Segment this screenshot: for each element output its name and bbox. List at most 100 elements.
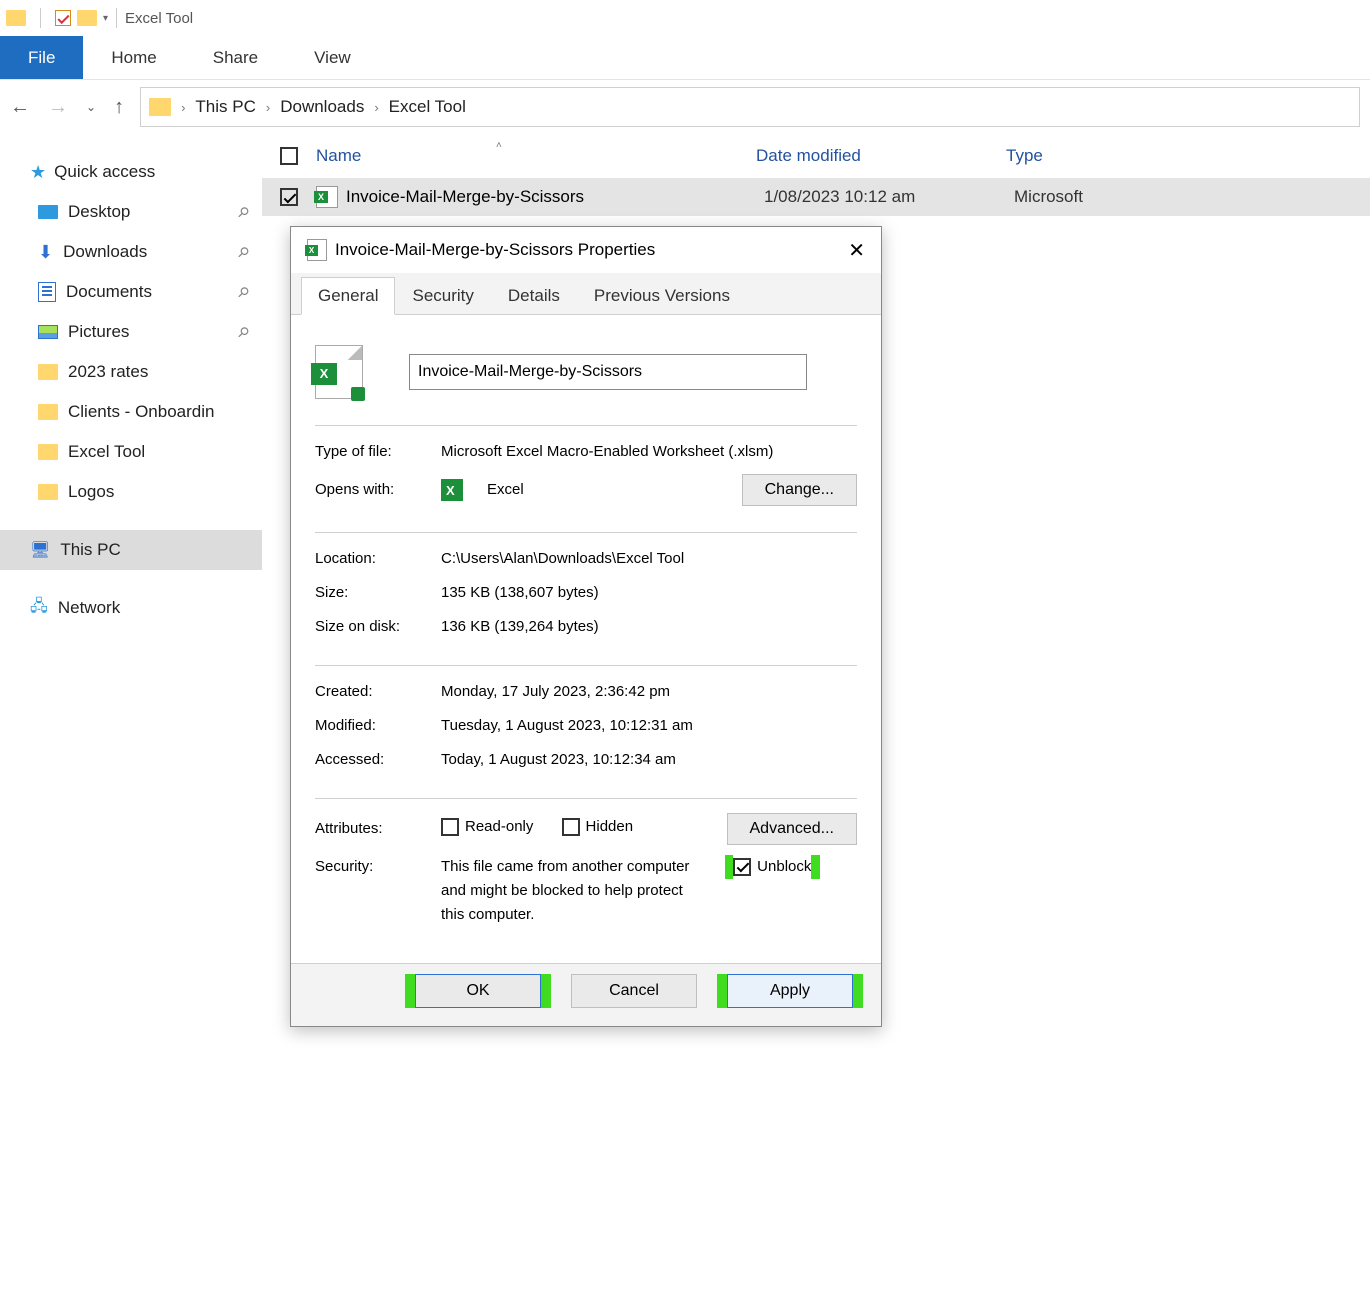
title-bar: ▾ Excel Tool: [0, 0, 1370, 36]
download-icon: ⬇: [38, 242, 53, 263]
label-modified: Modified:: [315, 714, 425, 738]
sidebar-item-downloads[interactable]: ⬇ Downloads ⚲: [0, 232, 262, 272]
sidebar-item-pictures[interactable]: Pictures ⚲: [0, 312, 262, 352]
folder-icon: [149, 98, 171, 116]
value-location: C:\Users\Alan\Downloads\Excel Tool: [441, 547, 857, 571]
column-type[interactable]: Type: [1006, 146, 1126, 166]
label-created: Created:: [315, 680, 425, 704]
sidebar-item-label: Clients - Onboardin: [68, 402, 214, 422]
sidebar-quick-access[interactable]: ★ Quick access: [0, 152, 262, 192]
chevron-right-icon[interactable]: ›: [181, 100, 185, 115]
file-row[interactable]: X Invoice-Mail-Merge-by-Scissors 1/08/20…: [262, 178, 1370, 216]
column-date[interactable]: Date modified: [756, 146, 1006, 166]
chevron-right-icon[interactable]: ›: [266, 100, 270, 115]
row-checkbox[interactable]: [280, 188, 298, 206]
highlight-marker: [541, 974, 551, 1008]
network-icon: 🖧: [30, 595, 48, 622]
change-button[interactable]: Change...: [742, 474, 857, 506]
label-size: Size:: [315, 581, 425, 605]
tab-home[interactable]: Home: [83, 36, 184, 79]
column-headers: Name ˄ Date modified Type: [262, 134, 1370, 178]
value-modified: Tuesday, 1 August 2023, 10:12:31 am: [441, 714, 857, 738]
sort-indicator-icon: ˄: [496, 140, 502, 151]
sidebar-item-documents[interactable]: Documents ⚲: [0, 272, 262, 312]
filename-input[interactable]: [409, 354, 807, 390]
tab-details[interactable]: Details: [491, 277, 577, 314]
dialog-titlebar: X Invoice-Mail-Merge-by-Scissors Propert…: [291, 227, 881, 273]
close-icon[interactable]: ✕: [848, 238, 865, 263]
breadcrumb[interactable]: › This PC › Downloads › Excel Tool: [140, 87, 1360, 127]
history-dropdown-icon[interactable]: ⌄: [86, 100, 96, 114]
window-title: Excel Tool: [125, 10, 193, 27]
sidebar-item-label: Pictures: [68, 322, 129, 342]
excel-app-icon: [441, 479, 463, 501]
hidden-checkbox[interactable]: Hidden: [562, 815, 634, 839]
value-size: 135 KB (138,607 bytes): [441, 581, 857, 605]
tab-share[interactable]: Share: [185, 36, 286, 79]
pictures-icon: [38, 325, 58, 339]
label-security: Security:: [315, 855, 425, 879]
unblock-checkbox[interactable]: Unblock: [733, 855, 811, 879]
breadcrumb-segment[interactable]: Downloads: [280, 97, 364, 117]
tab-general[interactable]: General: [301, 277, 395, 315]
sidebar-item-label: Downloads: [63, 242, 147, 262]
sidebar-quick-access-label: Quick access: [54, 162, 155, 182]
nav-arrows: ← → ⌄ ↑: [10, 96, 124, 119]
pc-icon: 🖥: [30, 540, 50, 560]
dialog-body: X Type of file: Microsoft Excel Macro-En…: [291, 315, 881, 963]
dialog-button-row: OK Cancel Apply: [291, 963, 881, 1026]
sidebar-item-label: 2023 rates: [68, 362, 148, 382]
file-date: 1/08/2023 10:12 am: [764, 187, 1014, 207]
chevron-right-icon[interactable]: ›: [374, 100, 378, 115]
breadcrumb-segment[interactable]: This PC: [195, 97, 255, 117]
folder-icon[interactable]: [6, 10, 26, 26]
ok-button[interactable]: OK: [415, 974, 541, 1008]
back-icon[interactable]: ←: [10, 96, 30, 119]
folder-icon: [38, 404, 58, 420]
sidebar-item-folder[interactable]: Logos: [0, 472, 262, 512]
sidebar: ★ Quick access Desktop ⚲ ⬇ Downloads ⚲ D…: [0, 134, 262, 1298]
breadcrumb-segment[interactable]: Excel Tool: [389, 97, 466, 117]
file-name: Invoice-Mail-Merge-by-Scissors: [346, 187, 764, 207]
star-icon: ★: [30, 162, 46, 183]
cancel-button[interactable]: Cancel: [571, 974, 697, 1008]
highlight-marker: [811, 855, 819, 879]
label-location: Location:: [315, 547, 425, 571]
select-all-checkbox[interactable]: [280, 147, 298, 165]
sidebar-item-folder[interactable]: Clients - Onboardin: [0, 392, 262, 432]
advanced-button[interactable]: Advanced...: [727, 813, 858, 845]
forward-icon[interactable]: →: [48, 96, 68, 119]
security-warning-text: This file came from another computer and…: [441, 855, 701, 927]
pin-icon: ⚲: [233, 323, 252, 342]
qat-dropdown-icon[interactable]: ▾: [103, 13, 108, 24]
folder-icon: [38, 364, 58, 380]
sidebar-item-network[interactable]: 🖧 Network: [0, 588, 262, 628]
dialog-title: Invoice-Mail-Merge-by-Scissors Propertie…: [335, 240, 655, 260]
quick-access-toolbar: ▾: [6, 8, 108, 28]
pin-icon: ⚲: [233, 243, 252, 262]
new-folder-icon[interactable]: [77, 10, 97, 26]
properties-dialog: X Invoice-Mail-Merge-by-Scissors Propert…: [290, 226, 882, 1027]
sidebar-item-folder[interactable]: Excel Tool: [0, 432, 262, 472]
apply-button[interactable]: Apply: [727, 974, 853, 1008]
tab-view[interactable]: View: [286, 36, 379, 79]
readonly-checkbox[interactable]: Read-only: [441, 815, 533, 839]
tab-security[interactable]: Security: [395, 277, 490, 314]
sidebar-item-desktop[interactable]: Desktop ⚲: [0, 192, 262, 232]
tab-file[interactable]: File: [0, 36, 83, 79]
value-accessed: Today, 1 August 2023, 10:12:34 am: [441, 748, 857, 772]
sidebar-item-label: Documents: [66, 282, 152, 302]
sidebar-item-this-pc[interactable]: 🖥 This PC: [0, 530, 262, 570]
up-icon[interactable]: ↑: [114, 96, 124, 119]
tab-previous-versions[interactable]: Previous Versions: [577, 277, 747, 314]
folder-icon: [38, 444, 58, 460]
highlight-marker: [853, 974, 863, 1008]
value-type-of-file: Microsoft Excel Macro-Enabled Worksheet …: [441, 440, 857, 464]
value-size-on-disk: 136 KB (139,264 bytes): [441, 615, 857, 639]
sidebar-item-folder[interactable]: 2023 rates: [0, 352, 262, 392]
desktop-icon: [38, 205, 58, 219]
dialog-tabs: General Security Details Previous Versio…: [291, 273, 881, 315]
column-name[interactable]: Name ˄: [316, 146, 756, 166]
excel-file-icon: X: [315, 345, 363, 399]
properties-icon[interactable]: [55, 10, 71, 26]
